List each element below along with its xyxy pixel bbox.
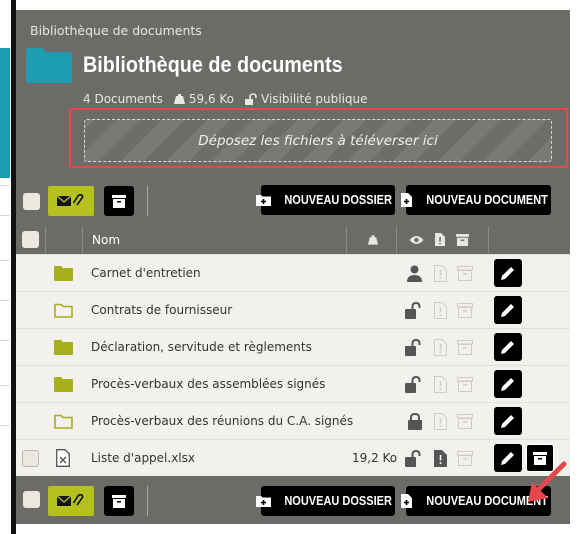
edit-button[interactable] bbox=[494, 407, 522, 435]
item-name[interactable]: Carnet d'entretien bbox=[91, 266, 201, 280]
unlock-icon[interactable] bbox=[405, 450, 423, 467]
archive-icon[interactable] bbox=[457, 451, 473, 466]
file-plus-icon bbox=[400, 193, 412, 207]
archive-icon bbox=[112, 494, 126, 508]
unlock-icon[interactable] bbox=[405, 376, 423, 393]
pencil-icon bbox=[501, 341, 514, 354]
file-alert-icon[interactable] bbox=[434, 413, 447, 430]
item-name[interactable]: Déclaration, servitude et règlements bbox=[91, 340, 312, 354]
pencil-icon bbox=[501, 304, 514, 317]
folder-plus-icon bbox=[256, 496, 272, 507]
archive-icon[interactable] bbox=[457, 414, 473, 429]
user-icon[interactable] bbox=[407, 265, 422, 282]
table-row[interactable]: Déclaration, servitude et règlements bbox=[16, 328, 570, 365]
envelope-paperclip-icon bbox=[56, 494, 84, 506]
dropzone-text: Déposez les fichiers à téléverser ici bbox=[198, 132, 438, 149]
document-library-panel: Bibliothèque de documents Bibliothèque d… bbox=[16, 10, 570, 524]
item-name[interactable]: Procès-verbaux des assemblées signés bbox=[91, 377, 325, 391]
folder-outline-icon bbox=[54, 303, 73, 318]
archive-header-icon[interactable] bbox=[456, 234, 469, 246]
eye-icon[interactable] bbox=[409, 235, 424, 245]
folder-icon bbox=[54, 340, 73, 355]
top-toolbar: NOUVEAU DOSSIER NOUVEAU DOCUMENT bbox=[16, 182, 570, 220]
new-document-button[interactable]: NOUVEAU DOCUMENT bbox=[400, 185, 551, 215]
item-name[interactable]: Procès-verbaux des réunions du C.A. sign… bbox=[91, 414, 353, 428]
email-attach-button[interactable] bbox=[48, 186, 94, 216]
archive-icon[interactable] bbox=[457, 303, 473, 318]
file-size: 19,2 Ko bbox=[352, 451, 398, 465]
archive-button-bottom[interactable] bbox=[104, 486, 134, 516]
table-row[interactable]: Contrats de fournisseur bbox=[16, 291, 570, 328]
bottom-toolbar: NOUVEAU DOSSIER NOUVEAU DOCUMENT bbox=[16, 476, 570, 524]
folder-plus-icon bbox=[256, 195, 272, 206]
file-alert-icon[interactable] bbox=[434, 450, 447, 467]
envelope-paperclip-icon bbox=[56, 194, 84, 206]
library-meta: 4 Documents 59,6 Ko Visibilité publique bbox=[83, 92, 378, 106]
select-all-checkbox[interactable] bbox=[23, 193, 40, 210]
unlock-icon bbox=[245, 92, 257, 105]
file-alert-icon[interactable] bbox=[434, 376, 447, 393]
edit-button[interactable] bbox=[494, 259, 522, 287]
select-all-checkbox-bottom[interactable] bbox=[23, 491, 40, 508]
new-folder-button-bottom[interactable]: NOUVEAU DOSSIER bbox=[256, 486, 395, 516]
table-row[interactable]: Procès-verbaux des réunions du C.A. sign… bbox=[16, 402, 570, 439]
lock-icon[interactable] bbox=[408, 413, 422, 430]
weight-icon bbox=[173, 94, 185, 104]
pencil-icon bbox=[501, 415, 514, 428]
edit-button[interactable] bbox=[494, 370, 522, 398]
left-nav-strip bbox=[0, 0, 16, 534]
row-checkbox[interactable] bbox=[22, 450, 39, 467]
file-alert-icon[interactable] bbox=[434, 302, 447, 319]
file-alert-icon[interactable] bbox=[434, 265, 447, 282]
table-row[interactable]: Liste d'appel.xlsx 19,2 Ko bbox=[16, 439, 570, 476]
table-row[interactable]: Carnet d'entretien bbox=[16, 254, 570, 291]
active-nav-indicator bbox=[0, 48, 10, 178]
annotation-arrow bbox=[528, 461, 567, 502]
file-dropzone[interactable]: Déposez les fichiers à téléverser ici bbox=[84, 119, 552, 162]
item-name[interactable]: Contrats de fournisseur bbox=[91, 303, 232, 317]
header-checkbox[interactable] bbox=[22, 231, 39, 248]
pencil-icon bbox=[501, 452, 514, 465]
folder-icon bbox=[54, 377, 73, 392]
table-header: Nom bbox=[16, 226, 570, 254]
folder-icon bbox=[54, 266, 73, 281]
edit-button[interactable] bbox=[494, 333, 522, 361]
unlock-icon[interactable] bbox=[405, 339, 423, 356]
document-count: 4 Documents bbox=[83, 92, 163, 106]
table-row[interactable]: Procès-verbaux des assemblées signés bbox=[16, 365, 570, 402]
pencil-icon bbox=[501, 267, 514, 280]
breadcrumb[interactable]: Bibliothèque de documents bbox=[30, 23, 202, 38]
unlock-icon[interactable] bbox=[405, 302, 423, 319]
pencil-icon bbox=[501, 378, 514, 391]
archive-icon[interactable] bbox=[457, 377, 473, 392]
item-name[interactable]: Liste d'appel.xlsx bbox=[91, 451, 195, 465]
size-weight-icon[interactable] bbox=[367, 234, 379, 246]
archive-icon[interactable] bbox=[457, 266, 473, 281]
new-folder-button[interactable]: NOUVEAU DOSSIER bbox=[256, 185, 395, 215]
folder-icon bbox=[26, 48, 72, 83]
archive-button[interactable] bbox=[104, 186, 134, 216]
visibility-status[interactable]: Visibilité publique bbox=[261, 92, 368, 106]
total-size: 59,6 Ko bbox=[188, 92, 235, 106]
archive-icon[interactable] bbox=[457, 340, 473, 355]
file-alert-icon[interactable] bbox=[435, 233, 445, 246]
folder-outline-icon bbox=[54, 414, 73, 429]
page-title: Bibliothèque de documents bbox=[83, 52, 343, 77]
file-alert-icon[interactable] bbox=[434, 339, 447, 356]
email-attach-button-bottom[interactable] bbox=[48, 486, 94, 516]
edit-button[interactable] bbox=[494, 296, 522, 324]
file-plus-icon bbox=[400, 494, 412, 508]
excel-file-icon bbox=[56, 449, 70, 467]
edit-button[interactable] bbox=[494, 444, 522, 472]
archive-icon bbox=[112, 194, 126, 208]
